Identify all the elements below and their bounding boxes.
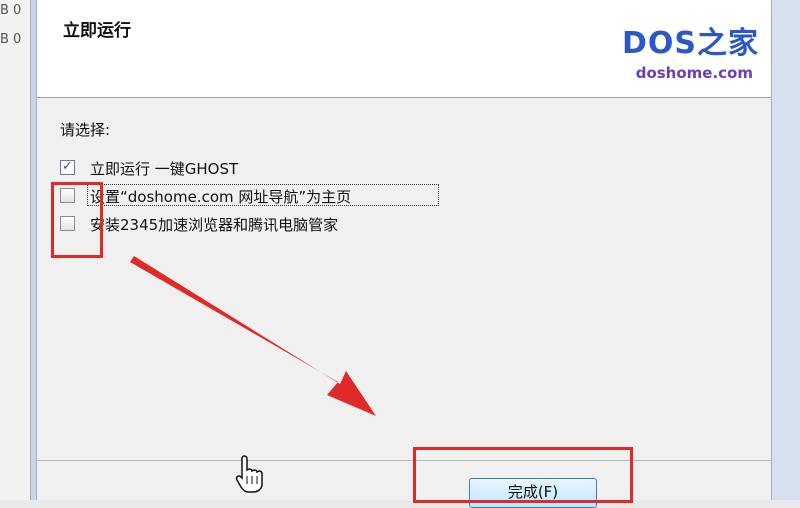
red-arrow-icon <box>130 256 376 416</box>
hand-pointer-icon <box>235 455 263 493</box>
red-arrow-shape <box>130 256 376 416</box>
